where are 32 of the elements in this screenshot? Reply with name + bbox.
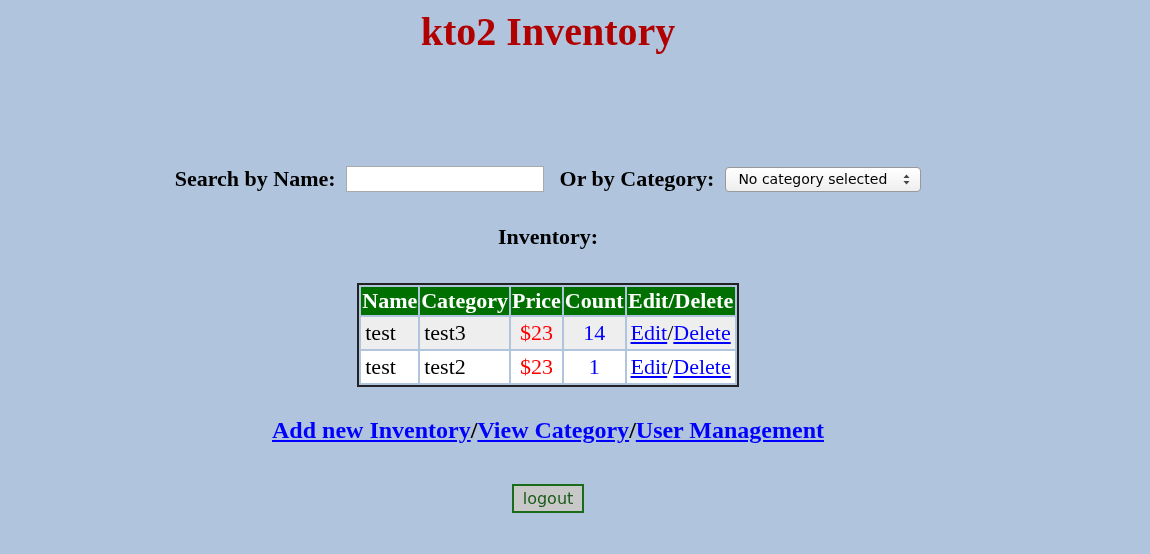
category-dropdown[interactable]: No category selected (725, 166, 922, 192)
nav-link[interactable]: View Category (477, 417, 630, 443)
count-cell: 1 (563, 351, 625, 383)
column-header: Edit/Delete (626, 287, 735, 315)
search-label: Search by Name: (174, 166, 336, 192)
column-header: Name (361, 287, 419, 315)
table-cell: test3 (420, 317, 509, 349)
table-cell: test2 (420, 351, 509, 383)
action-link[interactable]: Delete (673, 320, 731, 345)
price-cell: $23 (511, 317, 562, 349)
table-cell: test (361, 317, 419, 349)
column-header: Price (511, 287, 562, 315)
price-cell: $23 (511, 351, 562, 383)
updown-icon (903, 173, 911, 185)
action-link[interactable]: Edit (630, 320, 668, 345)
separator: / (629, 417, 636, 443)
separator: / (667, 354, 674, 379)
action-link[interactable]: Edit (630, 354, 668, 379)
category-label: Or by Category: (559, 166, 715, 192)
column-header: Category (420, 287, 509, 315)
search-field[interactable] (345, 166, 544, 192)
separator: / (470, 417, 478, 443)
column-header: Count (563, 287, 625, 315)
logout-button[interactable]: logout (511, 484, 585, 513)
section-heading: Inventory: (497, 224, 599, 250)
nav-link[interactable]: Add new Inventory (272, 417, 471, 443)
nav-link[interactable]: User Management (635, 417, 824, 443)
page-title: kto2 Inventory (420, 8, 676, 56)
count-cell: 14 (563, 317, 625, 349)
separator: / (667, 320, 674, 345)
action-link[interactable]: Delete (673, 354, 731, 379)
table-cell: test (361, 351, 419, 383)
